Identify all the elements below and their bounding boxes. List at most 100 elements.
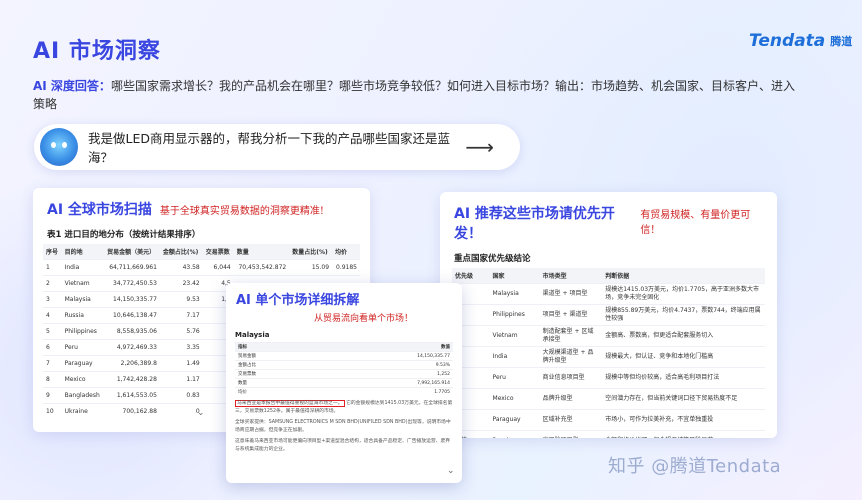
col-header: 市场类型 xyxy=(539,268,603,284)
table-cell: 70,453,542.872 xyxy=(233,259,290,276)
table-cell: 15.09 xyxy=(289,259,333,276)
table-cell: 7,992,165.914 xyxy=(318,378,453,388)
table-cell: 5 xyxy=(43,323,62,340)
table-cell: India xyxy=(61,259,105,276)
table-row: P3Mexico品牌升级型空间潜力存在，但当前关键词口径下贸易热度不足 xyxy=(452,388,765,410)
table-cell: 64,711,669.961 xyxy=(104,259,160,276)
arrow-right-icon[interactable]: ⟶ xyxy=(465,135,494,159)
table-cell: 34,772,450.53 xyxy=(104,275,160,292)
col-header: 均价 xyxy=(332,244,360,260)
table-cell: 9.53 xyxy=(159,291,203,308)
intro-lead: AI 深度回答： xyxy=(33,79,111,93)
col-header: 目的地 xyxy=(61,244,105,260)
table-cell: 1,614,553.05 xyxy=(104,387,160,404)
table-cell: 4,972,469.33 xyxy=(104,339,160,356)
analysis-paragraph: 全球买家提供：SAMSUNG ELECTRONICS M SDN BHD(UNI… xyxy=(235,420,451,433)
table-cell: 10,646,138.47 xyxy=(104,307,160,324)
chat-query-text: 我是做LED商用显示器的，帮我分析一下我的产品哪些国家还是蓝海？ xyxy=(88,131,450,165)
table-cell: 品牌升级型 xyxy=(539,388,603,410)
table-cell: 空间潜力存在，但当前关键词口径下贸易热度不足 xyxy=(602,388,765,410)
table-cell: 1,252 xyxy=(318,369,453,379)
card-title: AI 单个市场详细拆解 xyxy=(236,293,360,308)
table-cell: Ukraine xyxy=(61,403,105,420)
robot-avatar-icon xyxy=(40,128,78,166)
table-cell: 6,044 xyxy=(202,259,234,276)
logo-wordmark: Tendata xyxy=(749,31,826,51)
table-cell: 区域补充型 xyxy=(539,409,603,431)
table-caption: 表1 进口目的地分布（按统计结果排序） xyxy=(47,230,201,240)
table-row: P1Malaysia渠道型 + 项目型规模达1415.03万美元，均价1.770… xyxy=(452,283,765,305)
market-metrics-table: 指标 数值 贸易金额 14,150,335.77 金额占比 9.53% 交易票数 1,25… xyxy=(235,342,453,396)
table-cell: 14,150,335.77 xyxy=(318,351,453,361)
col-header: 金额占比(%) xyxy=(159,244,203,260)
table-row: P2Peru商业信息项目型规模中等但均价较高，适合高毛利项目打法 xyxy=(452,367,765,389)
table-cell: 1,742,428.28 xyxy=(104,371,160,388)
table-cell: 市场小，可作为拉美补充，不宜单独重投 xyxy=(602,409,765,431)
card-title: AI 推荐这些市场请优先开发！ xyxy=(454,206,615,242)
col-header: 序号 xyxy=(43,244,62,260)
col-header: 数量占比(%) xyxy=(289,244,333,260)
table-cell: 10 xyxy=(43,403,62,420)
table-row: P1Philippines项目型 + 渠道型规模855.89万美元，均价4.74… xyxy=(452,304,765,326)
table-cell: 金额和均价尚可，但合规与结算风险显著 xyxy=(602,430,765,438)
table-cell: Paraguay xyxy=(489,409,540,431)
chevron-down-icon[interactable]: ⌄ xyxy=(197,408,205,418)
table-row: 1 India 64,711,669.961 43.58 6,044 70,453,542… xyxy=(43,259,360,276)
table-cell: 8,558,935.06 xyxy=(104,323,160,340)
col-header: 判断依据 xyxy=(602,268,765,284)
chevron-down-icon[interactable]: ⌄ xyxy=(447,466,455,476)
table-row: P2India大规模渠道型 + 品牌升级型规模最大，但认证、竞争和本地化门槛高 xyxy=(452,346,765,368)
table-cell: Russia xyxy=(61,307,105,324)
table-cell: 1.49 xyxy=(159,355,203,372)
table-cell: Vietnam xyxy=(61,275,105,292)
table-cell: Russia xyxy=(489,430,540,438)
table-row: 交易票数 1,252 xyxy=(235,369,453,379)
chat-query-bar[interactable]: 我是做LED商用显示器的，帮我分析一下我的产品哪些国家还是蓝海？ ⟶ xyxy=(34,124,520,170)
table-row: 均价 1.7705 xyxy=(235,387,453,396)
table-cell: 8 xyxy=(43,371,62,388)
table-cell: Bangladesh xyxy=(61,387,105,404)
intro-text-block: AI 深度回答：哪些国家需求增长？我的产品机会在哪里？哪些市场竞争较低？如何进入… xyxy=(33,77,803,113)
table-cell: Peru xyxy=(489,367,540,389)
card-title: AI 全球市场扫描 xyxy=(47,202,152,218)
table-cell: Mexico xyxy=(61,371,105,388)
card-note: 有贸易规模、有量价更可信！ xyxy=(640,210,751,236)
table-cell: 700,162.88 xyxy=(104,403,160,420)
analysis-paragraph: 马来西亚是本报告中最值得重视的蓝海市场之一。 它的金额规模达到1415.03万美… xyxy=(235,400,453,415)
table-cell: 3 xyxy=(43,291,62,308)
col-header: 国家 xyxy=(489,268,540,284)
country-name: Malaysia xyxy=(235,331,270,339)
table-cell: 规模最大，但认证、竞争和本地化门槛高 xyxy=(602,346,765,368)
table-cell: 2,206,389.8 xyxy=(104,355,160,372)
col-header: 数值 xyxy=(318,342,453,352)
table-cell: Malaysia xyxy=(489,283,540,305)
table-cell: Mexico xyxy=(489,388,540,410)
highlighted-sentence: 马来西亚是本报告中最值得重视的蓝海市场之一。 xyxy=(235,400,345,407)
col-header: 贸易金额（美元） xyxy=(104,244,160,260)
table-cell: Paraguay xyxy=(61,355,105,372)
table-cell: Philippines xyxy=(489,304,540,326)
table-cell: 1.7705 xyxy=(318,387,453,396)
table-caption: 重点国家优先级结论 xyxy=(454,254,531,264)
table-cell: 7.17 xyxy=(159,307,203,324)
priority-markets-card: AI 推荐这些市场请优先开发！ 有贸易规模、有量价更可信！ 重点国家优先级结论 … xyxy=(440,192,777,438)
table-cell: 6 xyxy=(43,339,62,356)
table-cell: 23.42 xyxy=(159,275,203,292)
table-cell: 43.58 xyxy=(159,259,203,276)
table-row: 谨慎Russia高风险项目型金额和均价尚可，但合规与结算风险显著 xyxy=(452,430,765,438)
table-cell: Malaysia xyxy=(61,291,105,308)
table-cell: 4 xyxy=(43,307,62,324)
table-cell: 大规模渠道型 + 品牌升级型 xyxy=(539,346,603,368)
market-detail-body: Malaysia 指标 数值 贸易金额 14,150,335.77 金额占比 9.53… xyxy=(226,324,462,457)
single-market-breakdown-card: AI 单个市场详细拆解 从贸易流向看单个市场！ Malaysia 指标 数值 贸… xyxy=(226,283,462,483)
logo-cn-text: 腾道 xyxy=(830,35,853,48)
table-cell: 金额占比 xyxy=(235,360,319,370)
table-cell: 制造配套型 + 区域承接型 xyxy=(539,325,603,347)
page-title: AI 市场洞察 xyxy=(33,39,161,64)
table-row: P1Vietnam制造配套型 + 区域承接型金额高、票数高，但更适合配套服务切入 xyxy=(452,325,765,347)
table-cell: 数量 xyxy=(235,378,319,388)
table-row: P3Paraguay区域补充型市场小，可作为拉美补充，不宜单独重投 xyxy=(452,409,765,431)
table-cell: 项目型 + 渠道型 xyxy=(539,304,603,326)
table-cell: 0.9185 xyxy=(332,259,360,276)
table-cell: 贸易金额 xyxy=(235,351,319,361)
